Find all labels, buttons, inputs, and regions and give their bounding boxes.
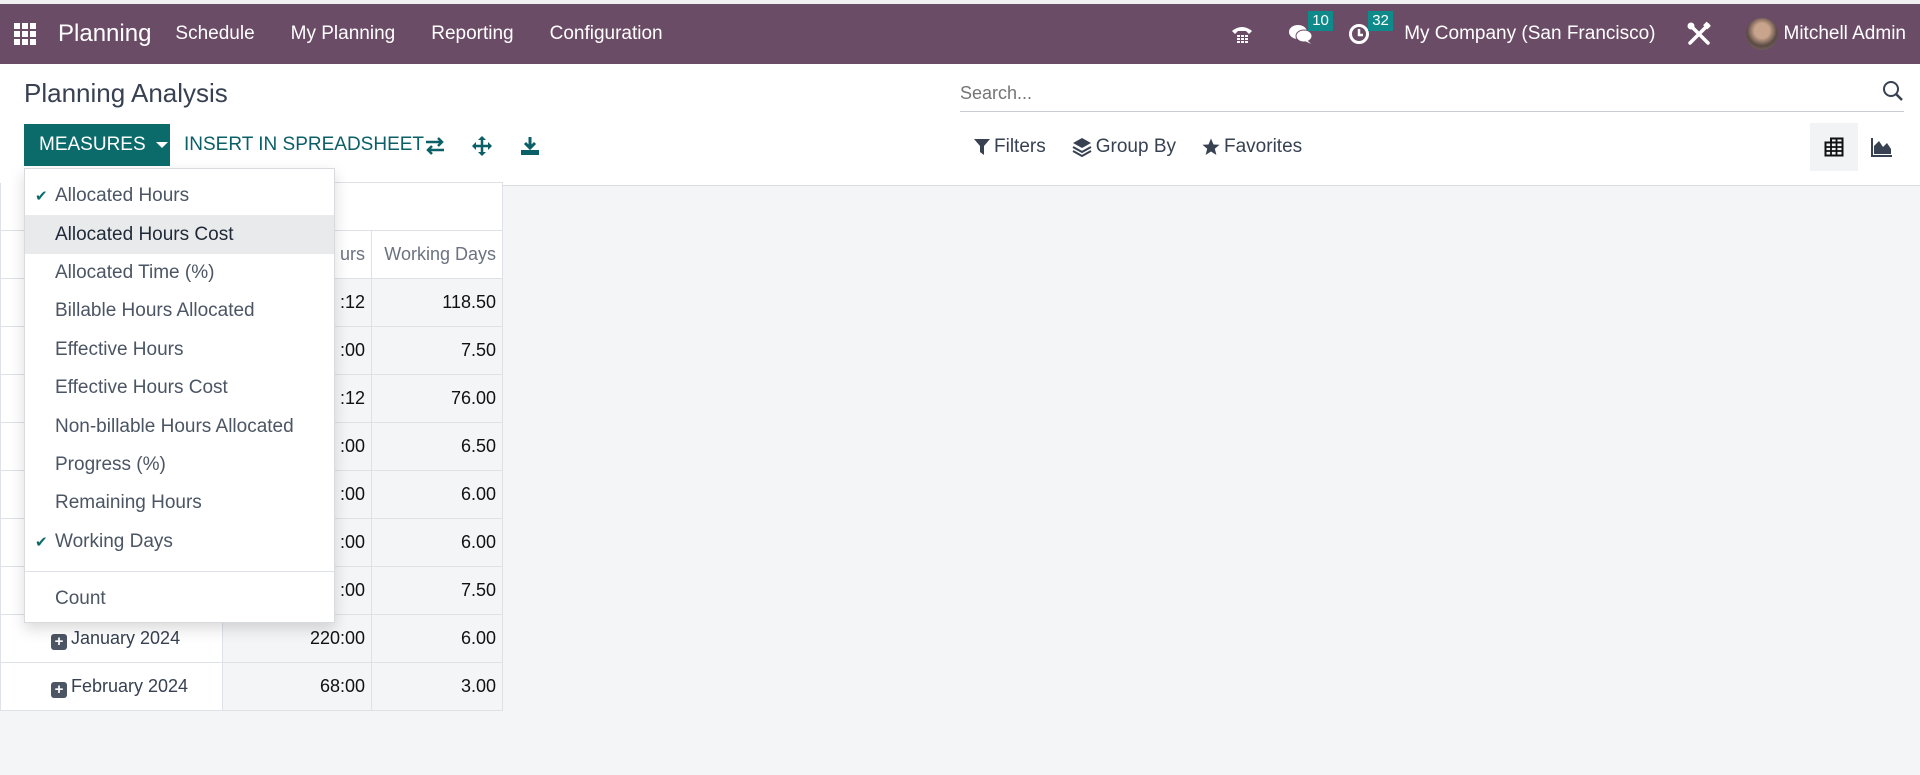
debug-tools-icon[interactable] xyxy=(1686,21,1712,47)
check-icon: ✔ xyxy=(35,188,48,206)
measure-remaining-hours[interactable]: Remaining Hours xyxy=(25,484,334,522)
cell-working-days: 6.00 xyxy=(371,518,503,567)
insert-in-spreadsheet-button[interactable]: INSERT IN SPREADSHEET xyxy=(184,124,424,166)
page-title: Planning Analysis xyxy=(24,78,228,108)
favorites-label: Favorites xyxy=(1224,136,1303,157)
apps-menu-icon[interactable] xyxy=(14,23,42,45)
expand-plus-icon: + xyxy=(51,633,67,650)
measure-label: Working Days xyxy=(55,530,173,552)
measure-effective-hours-cost[interactable]: Effective Hours Cost xyxy=(25,369,334,407)
systray: 10 32 My Company (San Francisco) Mitchel… xyxy=(1230,11,1920,50)
menu-reporting[interactable]: Reporting xyxy=(431,23,513,45)
filters-label: Filters xyxy=(994,136,1046,157)
pivot-view-button[interactable] xyxy=(1810,123,1858,171)
caret-down-icon xyxy=(155,142,168,148)
layers-icon xyxy=(1072,138,1092,157)
filters-button[interactable]: Filters xyxy=(974,136,1046,158)
activities-badge: 32 xyxy=(1368,11,1393,31)
star-icon xyxy=(1202,138,1220,155)
flip-axis-icon[interactable] xyxy=(424,136,446,162)
group-by-button[interactable]: Group By xyxy=(1072,136,1176,158)
cell-working-days: 6.00 xyxy=(371,470,503,519)
measure-label: Billable Hours Allocated xyxy=(55,300,255,322)
measure-effective-hours[interactable]: Effective Hours xyxy=(25,331,334,369)
measure-label: Effective Hours xyxy=(55,338,184,360)
area-chart-icon xyxy=(1871,138,1892,157)
search-icon[interactable] xyxy=(1882,80,1904,107)
search-bar xyxy=(960,76,1904,112)
measure-count[interactable]: Count xyxy=(25,580,334,618)
user-avatar[interactable] xyxy=(1745,18,1778,50)
row-label: January 2024 xyxy=(71,627,181,648)
measure-label: Non-billable Hours Allocated xyxy=(55,415,294,437)
expand-plus-icon: + xyxy=(51,681,67,698)
company-switcher[interactable]: My Company (San Francisco) xyxy=(1404,23,1655,45)
measure-label: Remaining Hours xyxy=(55,492,202,514)
cell-working-days: 76.00 xyxy=(371,374,503,423)
measure-working-days[interactable]: ✔ Working Days xyxy=(25,523,334,561)
dropdown-divider xyxy=(25,570,334,572)
search-options: Filters Group By Favorites xyxy=(974,136,1302,158)
measure-allocated-time[interactable]: Allocated Time (%) xyxy=(25,254,334,292)
check-icon: ✔ xyxy=(35,533,48,551)
measure-label: Count xyxy=(55,588,106,610)
measure-label: Effective Hours Cost xyxy=(55,377,228,399)
search-input[interactable] xyxy=(960,76,1860,110)
menu-schedule[interactable]: Schedule xyxy=(175,23,254,45)
table-icon xyxy=(1824,137,1844,157)
messages-badge: 10 xyxy=(1308,11,1333,31)
expand-all-icon[interactable] xyxy=(472,136,492,162)
measure-allocated-hours-cost[interactable]: Allocated Hours Cost xyxy=(25,215,334,254)
measure-non-billable-hours-allocated[interactable]: Non-billable Hours Allocated xyxy=(25,407,334,445)
filter-icon xyxy=(974,139,990,155)
table-row: + February 2024 68:00 3.00 xyxy=(0,662,503,711)
favorites-button[interactable]: Favorites xyxy=(1202,136,1302,158)
cell-allocated-hours: 68:00 xyxy=(222,662,372,711)
graph-view-button[interactable] xyxy=(1858,123,1906,171)
measure-label: Allocated Time (%) xyxy=(55,261,215,283)
cell-working-days: 118.50 xyxy=(371,278,503,327)
header-working-days[interactable]: Working Days xyxy=(371,230,503,279)
measure-label: Progress (%) xyxy=(55,453,166,475)
row-label: February 2024 xyxy=(71,675,189,696)
group-by-label: Group By xyxy=(1095,136,1176,157)
measure-label: Allocated Hours xyxy=(55,185,190,207)
phone-icon[interactable] xyxy=(1230,23,1254,45)
view-switcher xyxy=(1810,123,1906,171)
measures-label: MEASURES xyxy=(39,134,146,155)
menu-configuration[interactable]: Configuration xyxy=(550,23,663,45)
cell-working-days: 6.00 xyxy=(371,614,503,663)
cell-working-days: 7.50 xyxy=(371,326,503,375)
app-name[interactable]: Planning xyxy=(58,20,151,48)
measures-dropdown: ✔ Allocated Hours Allocated Hours Cost Al… xyxy=(24,168,335,624)
cell-working-days: 3.00 xyxy=(371,662,503,711)
menu-my-planning[interactable]: My Planning xyxy=(291,23,396,45)
measure-label: Allocated Hours Cost xyxy=(55,223,234,245)
measure-progress[interactable]: Progress (%) xyxy=(25,446,334,484)
measures-button[interactable]: MEASURES xyxy=(24,124,170,166)
cell-working-days: 7.50 xyxy=(371,566,503,615)
measure-billable-hours-allocated[interactable]: Billable Hours Allocated xyxy=(25,292,334,330)
navbar: Planning Schedule My Planning Reporting … xyxy=(0,4,1920,64)
download-icon[interactable] xyxy=(520,136,540,162)
cell-working-days: 6.50 xyxy=(371,422,503,471)
user-menu[interactable]: Mitchell Admin xyxy=(1784,23,1907,45)
activities-icon[interactable]: 32 xyxy=(1348,11,1393,45)
measure-allocated-hours[interactable]: ✔ Allocated Hours xyxy=(25,177,334,215)
row-header-february-2024[interactable]: + February 2024 xyxy=(0,662,223,711)
messages-icon[interactable]: 10 xyxy=(1288,11,1333,45)
